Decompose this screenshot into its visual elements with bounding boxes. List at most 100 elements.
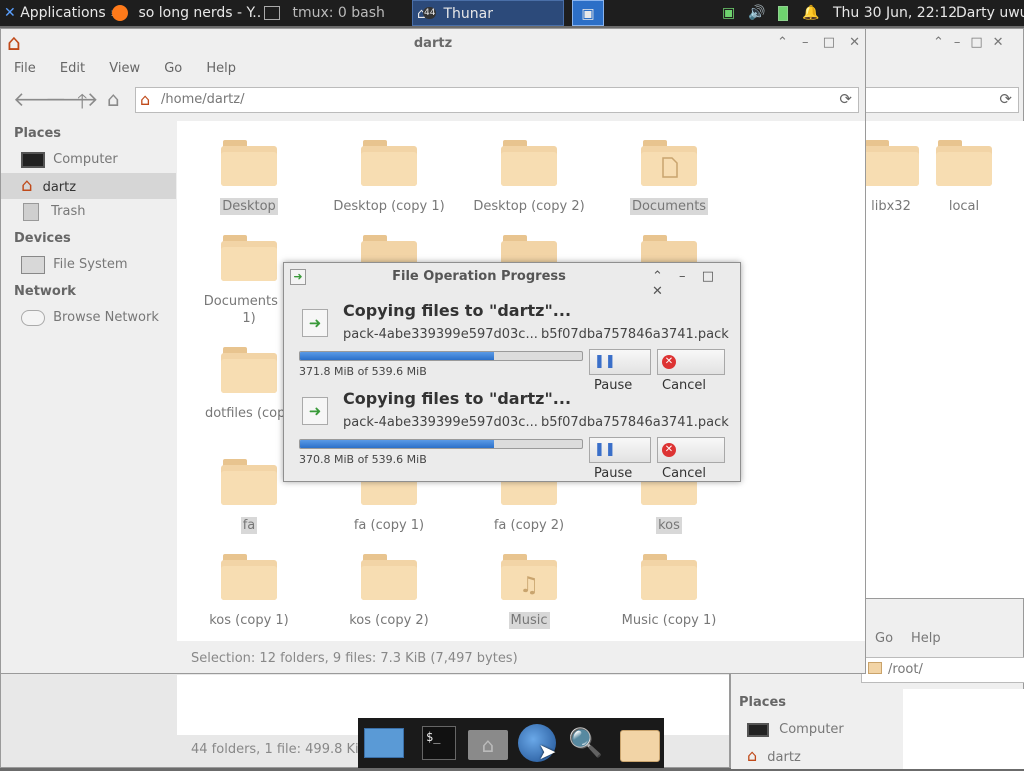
task-browser[interactable]: so long nerds - Y... [112,0,260,26]
home-nav-icon[interactable]: ⌂ [107,87,120,111]
folder-label: fa (copy 2) [493,518,565,533]
sidebar-item-home[interactable]: ⌂ dartz [1,173,176,199]
location-text[interactable]: /home/dartz/ [161,92,244,107]
reload-icon[interactable]: ⟳ [999,90,1012,108]
network-tray-icon[interactable]: ▣ [722,0,735,26]
copy-heading: Copying files to "dartz"... [343,301,572,320]
menu-go[interactable]: Go [164,61,182,76]
close-icon[interactable]: ✕ [849,35,860,50]
folder-local[interactable]: local [899,138,1024,215]
folder-icon [221,347,277,393]
location-bar[interactable]: ⌂ /home/dartz/ ⟳ [135,87,859,113]
task-thunar-label: Thunar [443,6,493,22]
places-heading: Places [14,126,62,141]
folder-music-copy-1[interactable]: Music (copy 1) [604,552,734,629]
folder-desktop-copy-1[interactable]: Desktop (copy 1) [324,138,454,215]
menu-view[interactable]: View [109,61,140,76]
cancel-button[interactable]: ✕ Cancel [657,437,725,481]
folder-desktop-copy-2[interactable]: Desktop (copy 2) [464,138,594,215]
minimize-icon[interactable]: – [802,35,809,50]
sidebar-item-filesystem[interactable]: File System [1,252,176,278]
dialog-controls[interactable]: ⌃ – □ ✕ [652,269,740,299]
folder-music[interactable]: ♫ Music [464,552,594,629]
battery-icon[interactable] [778,6,788,21]
menu-help[interactable]: Help [206,61,236,76]
maximize-icon[interactable]: □ [702,269,714,284]
pause-button[interactable]: ❚❚ Pause [589,437,651,481]
app-finder-icon[interactable]: 🔍 [568,726,603,759]
xfce-icon: ✕ [4,5,16,21]
folder-label: Desktop (copy 2) [473,199,585,214]
shade-icon[interactable]: ⌃ [652,269,663,284]
monitor-icon [21,151,45,168]
sidebar: Places Computer ⌂ dartz Trash Devices Fi… [1,121,176,673]
lower-sidebar-home-label: dartz [767,750,801,765]
menu-go[interactable]: Go [875,631,893,646]
status-bar: Selection: 12 folders, 9 files: 7.3 KiB … [191,651,518,666]
sidebar-item-trash[interactable]: Trash [1,199,176,225]
folder-small-icon [868,662,882,674]
folder-label: Music (copy 1) [621,613,717,628]
forward-icon[interactable]: 🡒 [45,87,99,111]
lower-location-text[interactable]: /root/ [888,662,923,677]
folder-label: local [948,199,980,214]
notification-icon[interactable]: 🔔 [802,0,819,26]
drive-icon [21,255,45,274]
maximize-icon[interactable]: □ [823,35,835,50]
documents-folder-icon [641,140,697,186]
folder-documents[interactable]: Documents [604,138,734,215]
folder-kos-copy-1[interactable]: kos (copy 1) [184,552,314,629]
menu-edit[interactable]: Edit [60,61,85,76]
menu-help[interactable]: Help [911,631,941,646]
applications-menu[interactable]: ✕ Applications ≡ [0,0,120,26]
folder-label: Desktop [220,198,278,215]
folder-icon [641,554,697,600]
clock[interactable]: Thu 30 Jun, 22:12 [833,0,957,26]
lower-sidebar-home[interactable]: ⌂ dartz [747,743,801,769]
workspace-switcher[interactable]: ▣ [572,0,604,26]
show-desktop-icon[interactable] [364,728,404,758]
right-window-location[interactable]: ⟳ [863,87,1019,113]
cancel-button[interactable]: ✕ Cancel [657,349,725,393]
lower-location-bar[interactable]: /root/ [861,657,1024,683]
task-terminal[interactable]: tmux: 0 bash [264,0,408,26]
terminal-icon[interactable]: $_ [422,726,456,760]
folder-icon [221,459,277,505]
progress-fill [300,440,494,448]
right-window-content: libx32 local [863,121,1024,629]
folder-kos-copy-2[interactable]: kos (copy 2) [324,552,454,629]
volume-icon[interactable]: 🔊 [748,0,765,26]
copy-icon: ➜ [302,309,328,337]
progress-text: 370.8 MiB of 539.6 MiB [299,453,427,466]
lower-sidebar-computer[interactable]: Computer [747,717,844,743]
file-operation-dialog: ➜ File Operation Progress ⌃ – □ ✕ ➜ Copy… [283,262,741,482]
mouse-cursor: ➤ [538,740,557,765]
close-icon[interactable]: ✕ [652,284,663,299]
lower-content [903,689,1024,769]
copy-file-right: b5f07dba757846a3741.pack [541,327,729,342]
window-home-icon: ⌂ [7,31,21,56]
sidebar-item-browse-network[interactable]: Browse Network [1,305,176,331]
task-thunar[interactable]: ⌂ 44 Thunar [412,0,564,26]
network-icon [21,309,45,326]
sidebar-item-label: Browse Network [53,310,159,325]
window-controls[interactable]: ⌃ – □ ✕ [777,35,860,50]
progress-fill [300,352,495,360]
task-browser-label: so long nerds - Y... [138,5,260,21]
menubar: File Edit View Go Help [14,61,256,76]
minimize-icon[interactable]: – [679,269,686,284]
sidebar-item-computer[interactable]: Computer [1,147,176,173]
file-manager-icon[interactable]: ⌂ [468,730,508,760]
folder-dock-icon[interactable] [620,730,660,762]
reload-icon[interactable]: ⟳ [839,90,852,108]
user-name[interactable]: Darty uwu [956,0,1024,26]
devices-heading: Devices [14,231,71,246]
up-icon[interactable]: 🡑 [77,87,87,121]
copy-file-left: pack-4abe339399e597d03c... [343,415,538,430]
pause-button[interactable]: ❚❚ Pause [589,349,651,393]
home-icon: ⌂ [747,746,758,765]
folder-icon [501,140,557,186]
menu-file[interactable]: File [14,61,36,76]
shade-icon[interactable]: ⌃ [777,35,788,50]
folder-desktop[interactable]: Desktop [184,138,314,215]
